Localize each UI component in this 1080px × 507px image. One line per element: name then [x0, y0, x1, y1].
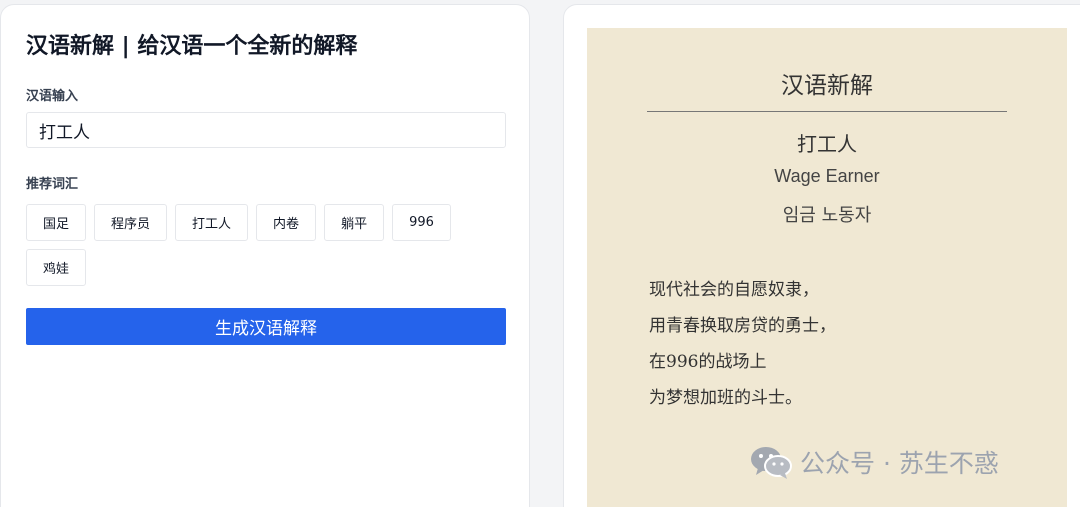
watermark: 公众号 · 苏生不惑 [750, 444, 999, 480]
card-english-translation: Wage Earner [774, 166, 880, 186]
suggestion-chip-programmer[interactable]: 程序员 [94, 204, 168, 241]
suggestion-chip-involution[interactable]: 内卷 [256, 204, 317, 241]
card-word: 打工人 [797, 132, 857, 156]
suggestion-chip-guozu[interactable]: 国足 [26, 204, 87, 241]
poem-line: 用青春换取房贷的勇士， [649, 316, 836, 336]
card-poem: 现代社会的自愿奴隶， 用青春换取房贷的勇士， 在996的战场上 为梦想加班的斗士… [649, 272, 836, 416]
suggestion-chip-chicken-baby[interactable]: 鸡娃 [26, 249, 87, 286]
suggestions-label: 推荐词汇 [26, 177, 79, 192]
card-title: 汉语新解 [781, 73, 873, 99]
page-title: 汉语新解 | 给汉语一个全新的解释 [26, 34, 358, 59]
poem-line: 为梦想加班的斗士。 [649, 388, 802, 408]
card-korean-translation: 임금 노동자 [782, 205, 872, 226]
watermark-text: 公众号 · 苏生不惑 [800, 449, 999, 478]
suggestion-chips: 国足 程序员 打工人 内卷 躺平 996 鸡娃 [26, 204, 506, 286]
poem-line: 现代社会的自愿奴隶， [649, 280, 819, 300]
generate-button[interactable]: 生成汉语解释 [26, 308, 506, 345]
suggestion-chip-996[interactable]: 996 [392, 204, 451, 241]
word-input[interactable] [26, 112, 506, 148]
input-label: 汉语输入 [26, 89, 79, 104]
result-card: 汉语新解 打工人 Wage Earner 임금 노동자 现代社会的自愿奴隶， 用… [587, 28, 1067, 507]
poem-line: 在996的战场上 [649, 352, 767, 372]
suggestion-chip-worker[interactable]: 打工人 [175, 204, 249, 241]
wechat-icon [751, 447, 792, 479]
suggestion-chip-lying-flat[interactable]: 躺平 [324, 204, 385, 241]
card-divider [647, 111, 1007, 112]
